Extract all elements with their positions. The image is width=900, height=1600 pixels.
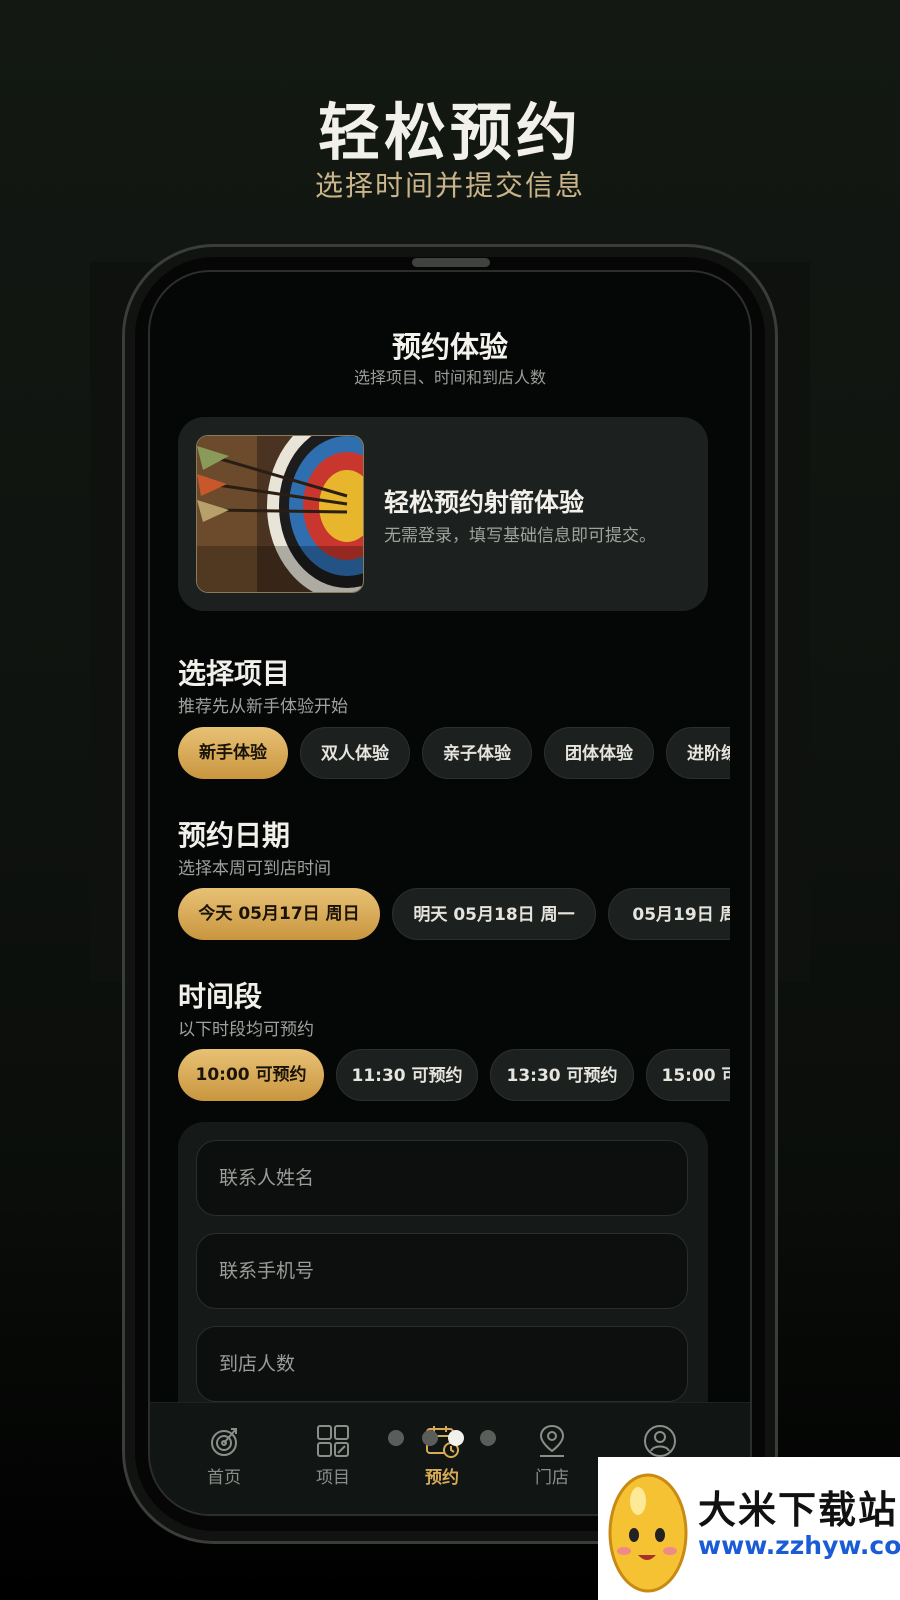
chip-time-1500[interactable]: 15:00 可预约 — [646, 1049, 730, 1101]
date-chip-row: 今天 05月17日 周日 明天 05月18日 周一 05月19日 周二 — [178, 888, 730, 940]
page-subtitle: 选择项目、时间和到店人数 — [353, 368, 546, 387]
contact-name-input[interactable] — [197, 1141, 687, 1215]
app-screen: 预约体验 选择项目、时间和到店人数 轻松预约射箭体验 无需登录，填写基础信息即可… — [148, 270, 752, 1516]
tab-projects[interactable]: 项目 — [293, 1423, 373, 1488]
section-title-projects: 选择项目 — [178, 657, 291, 690]
page-dot[interactable] — [480, 1430, 496, 1446]
tab-projects-label: 项目 — [316, 1468, 350, 1488]
hero-subtitle: 选择时间并提交信息 — [314, 169, 585, 202]
archery-target-image — [196, 435, 364, 593]
target-icon — [211, 1428, 237, 1456]
watermark-brand: 大米下载站 — [698, 1488, 899, 1532]
phone-speaker — [412, 258, 490, 267]
chip-project-beginner[interactable]: 新手体验 — [178, 727, 288, 779]
contact-phone-field[interactable] — [196, 1233, 688, 1309]
section-title-dates: 预约日期 — [178, 819, 291, 852]
promo-banner[interactable]: 轻松预约射箭体验 无需登录，填写基础信息即可提交。 — [178, 417, 708, 611]
banner-title: 轻松预约射箭体验 — [384, 488, 585, 517]
timeslot-chip-row: 10:00 可预约 11:30 可预约 13:30 可预约 15:00 可预约 — [178, 1049, 730, 1101]
watermark-url: www.zzhyw.com — [698, 1531, 900, 1560]
tab-home-label: 首页 — [207, 1468, 241, 1488]
hero-title: 轻松预约 — [317, 96, 582, 169]
contact-phone-input[interactable] — [197, 1234, 687, 1308]
chip-time-1130[interactable]: 11:30 可预约 — [336, 1049, 478, 1101]
chip-date-today[interactable]: 今天 05月17日 周日 — [178, 888, 380, 940]
chip-time-1330[interactable]: 13:30 可预约 — [490, 1049, 634, 1101]
contact-form — [178, 1122, 708, 1442]
tab-booking-label: 预约 — [425, 1468, 459, 1488]
chip-date-0519[interactable]: 05月19日 周二 — [608, 888, 730, 940]
watermark: 大米下载站 www.zzhyw.com — [598, 1457, 900, 1600]
chip-project-pair[interactable]: 双人体验 — [300, 727, 410, 779]
tab-stores-label: 门店 — [535, 1468, 569, 1488]
chip-project-family[interactable]: 亲子体验 — [422, 727, 532, 779]
page-dot[interactable] — [388, 1430, 404, 1446]
user-icon — [644, 1425, 676, 1457]
visitor-count-input[interactable] — [197, 1327, 687, 1401]
project-chip-row: 新手体验 双人体验 亲子体验 团体体验 进阶练习 — [178, 727, 730, 779]
section-subtitle-projects: 推荐先从新手体验开始 — [178, 697, 348, 717]
section-subtitle-dates: 选择本周可到店时间 — [178, 859, 331, 879]
contact-name-field[interactable] — [196, 1140, 688, 1216]
page-title: 预约体验 — [391, 330, 508, 364]
visitor-count-field[interactable] — [196, 1326, 688, 1402]
page-dot-active[interactable] — [448, 1430, 464, 1446]
section-subtitle-timeslots: 以下时段均可预约 — [178, 1020, 314, 1040]
chip-project-group[interactable]: 团体体验 — [544, 727, 654, 779]
chip-time-1000[interactable]: 10:00 可预约 — [178, 1049, 324, 1101]
chip-project-advanced[interactable]: 进阶练习 — [666, 727, 730, 779]
chip-date-tomorrow[interactable]: 明天 05月18日 周一 — [392, 888, 596, 940]
tab-stores[interactable]: 门店 — [512, 1423, 592, 1488]
section-title-timeslots: 时间段 — [178, 980, 263, 1013]
location-icon — [539, 1424, 565, 1457]
grid-icon — [317, 1425, 349, 1457]
page-dot[interactable] — [422, 1430, 438, 1446]
banner-description: 无需登录，填写基础信息即可提交。 — [384, 526, 656, 546]
mascot-logo-icon — [608, 1473, 688, 1593]
tab-home[interactable]: 首页 — [184, 1423, 264, 1488]
page-indicator — [388, 1430, 498, 1446]
